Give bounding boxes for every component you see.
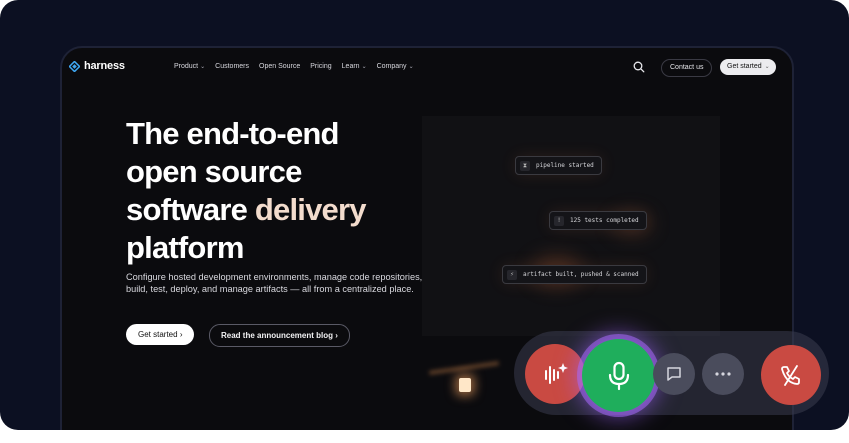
pipeline-step: ! 125 tests completed — [549, 211, 647, 230]
pipeline-step: ⚡ artifact built, pushed & scanned — [502, 265, 647, 284]
lightning-icon: ⚡ — [507, 269, 517, 280]
app-frame: harness Product ⌄ Customers Open Source P… — [0, 0, 849, 430]
nav-link-customers[interactable]: Customers — [215, 63, 249, 70]
chevron-down-icon: ⌄ — [361, 64, 367, 70]
pipeline-visual: ⧗ pipeline started ! 125 tests completed… — [422, 116, 720, 336]
hourglass-icon: ⧗ — [520, 160, 530, 171]
nav-link-pricing[interactable]: Pricing — [310, 63, 331, 70]
logo-text: harness — [84, 60, 125, 72]
chevron-down-icon: ⌄ — [408, 64, 414, 70]
nav-link-company[interactable]: Company ⌄ — [377, 63, 414, 70]
hero-subtitle: Configure hosted development environment… — [126, 272, 423, 295]
pipeline-step: ⧗ pipeline started — [515, 156, 602, 175]
nav-link-open-source[interactable]: Open Source — [259, 63, 300, 70]
more-options-button[interactable] — [702, 353, 744, 395]
nav-link-learn[interactable]: Learn ⌄ — [342, 63, 367, 70]
phone-hangup-icon — [781, 365, 800, 386]
chat-icon — [667, 367, 681, 381]
microphone-icon — [608, 361, 629, 390]
light-decoration — [429, 361, 499, 375]
more-icon — [715, 372, 731, 376]
harness-logo-icon — [69, 60, 80, 72]
harness-logo[interactable]: harness — [69, 60, 125, 72]
chevron-down-icon: ⌄ — [200, 64, 206, 70]
chevron-down-icon: ⌄ — [764, 64, 770, 70]
get-started-button[interactable]: Get started › — [126, 324, 195, 345]
chat-button[interactable] — [653, 353, 695, 395]
search-icon[interactable] — [632, 60, 646, 74]
ai-waveform-icon — [545, 363, 568, 384]
top-nav: harness Product ⌄ Customers Open Source P… — [62, 48, 792, 88]
ai-voice-button[interactable] — [525, 344, 585, 404]
alert-icon: ! — [554, 215, 564, 226]
nav-links: Product ⌄ Customers Open Source Pricing L… — [174, 63, 414, 70]
contact-us-button[interactable]: Contact us — [661, 59, 713, 77]
read-blog-button[interactable]: Read the announcement blog › — [209, 324, 350, 347]
hero-title: The end-to-end open source software deli… — [126, 116, 367, 265]
end-call-button[interactable] — [761, 345, 821, 405]
chevron-right-icon: › — [335, 331, 338, 340]
nav-get-started-button[interactable]: Get started ⌄ — [720, 59, 776, 75]
chevron-right-icon: › — [179, 330, 183, 339]
microphone-button[interactable] — [582, 339, 655, 412]
nav-link-product[interactable]: Product ⌄ — [174, 63, 205, 70]
light-decoration — [459, 378, 471, 392]
